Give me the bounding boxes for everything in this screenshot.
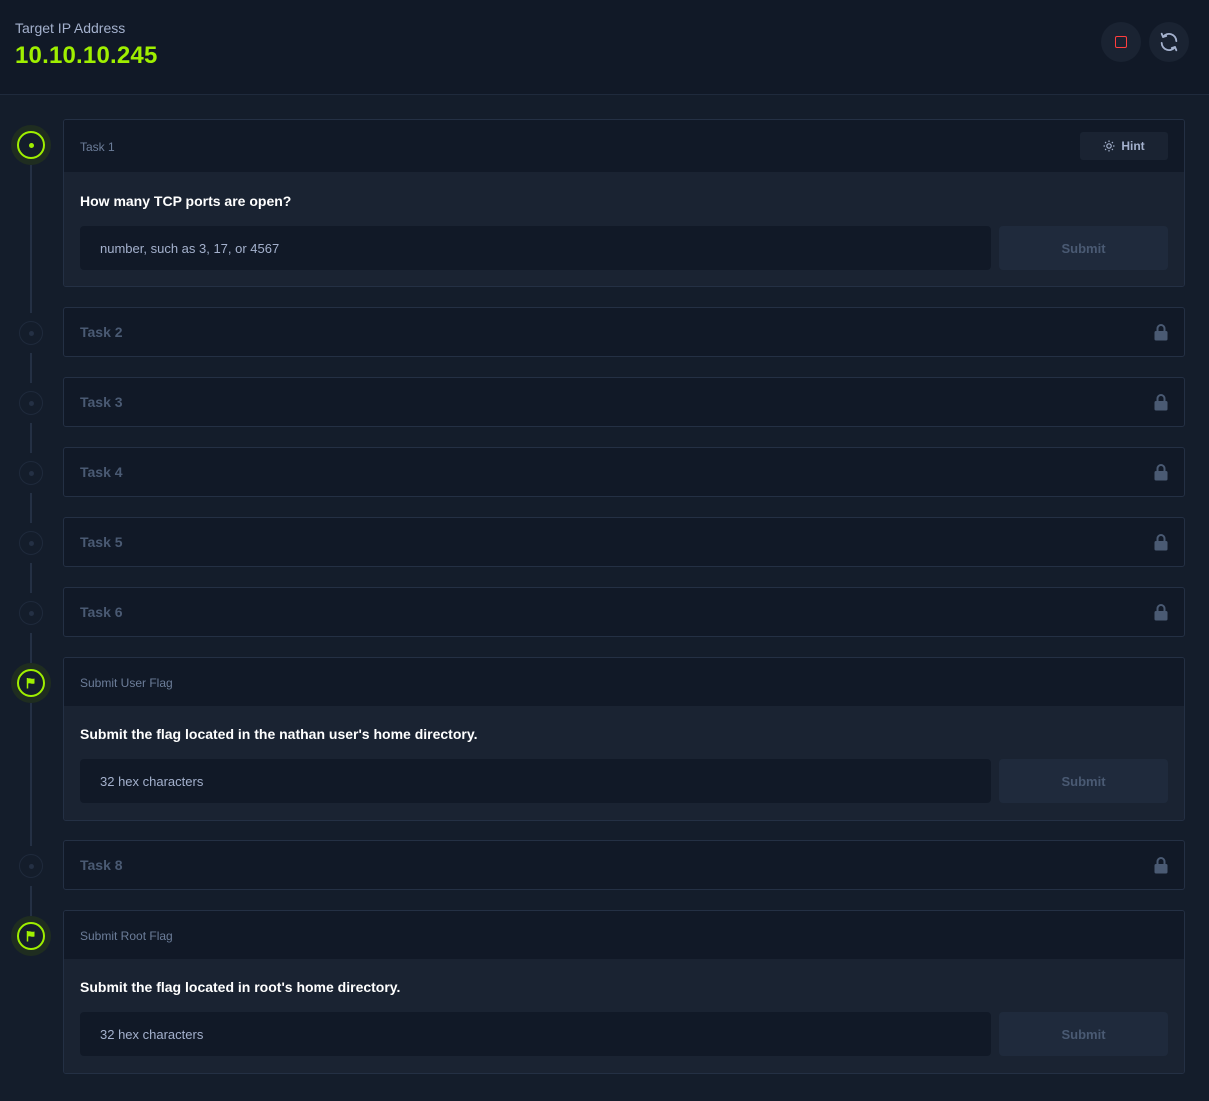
task-card-1: Task 1 Hint How many TCP ports are open?… [63,119,1185,287]
task-title: Task 3 [80,394,123,410]
timeline-node-locked [11,523,51,563]
timeline-connector [30,353,32,383]
task-title: Task 4 [80,464,123,480]
ip-label: Target IP Address [15,20,126,36]
timeline-connector [30,563,32,593]
submit-button[interactable]: Submit [999,759,1168,803]
task-card-8: Task 8 [63,840,1185,890]
submit-button[interactable]: Submit [999,1012,1168,1056]
timeline-connector [30,703,32,846]
task-title: Task 5 [80,534,123,550]
user-flag-input[interactable] [80,759,991,803]
lightbulb-icon [1103,140,1115,152]
submit-button[interactable]: Submit [999,226,1168,270]
stop-square-icon [1115,36,1127,48]
task-card-6: Task 6 [63,587,1185,637]
lock-icon [1154,464,1168,481]
target-ip-address: 10.10.10.245 [15,42,158,69]
reset-machine-button[interactable] [1149,22,1189,62]
timeline-connector [30,493,32,523]
timeline-node-locked [11,383,51,423]
root-flag-input[interactable] [80,1012,991,1056]
task-title: Task 6 [80,604,123,620]
task-question: How many TCP ports are open? [80,193,292,209]
timeline-connector [30,423,32,453]
flag-icon [26,678,35,689]
refresh-icon [1160,32,1178,52]
timeline-node-locked [11,313,51,353]
task-card-user-flag: Submit User Flag Submit the flag located… [63,657,1185,821]
hint-label: Hint [1121,139,1145,153]
task-question: Submit the flag located in the nathan us… [80,726,478,742]
task-title: Task 1 [80,140,115,154]
task-card-root-flag: Submit Root Flag Submit the flag located… [63,910,1185,1074]
target-header: Target IP Address 10.10.10.245 [0,0,1209,95]
lock-icon [1154,857,1168,874]
timeline-node-locked [11,846,51,886]
flag-icon [26,931,35,942]
lock-icon [1154,604,1168,621]
task-question: Submit the flag located in root's home d… [80,979,401,995]
task-title: Task 8 [80,857,123,873]
lock-icon [1154,324,1168,341]
timeline-connector [30,633,32,663]
task-card-4: Task 4 [63,447,1185,497]
timeline-connector [30,886,32,916]
stop-machine-button[interactable] [1101,22,1141,62]
task-title: Submit Root Flag [80,929,173,943]
timeline-node-locked [11,453,51,493]
timeline-node-locked [11,593,51,633]
task-card-2: Task 2 [63,307,1185,357]
task-title: Task 2 [80,324,123,340]
lock-icon [1154,534,1168,551]
task-card-3: Task 3 [63,377,1185,427]
task-card-5: Task 5 [63,517,1185,567]
answer-input[interactable] [80,226,991,270]
hint-button[interactable]: Hint [1080,132,1168,160]
timeline-node-flag [11,916,51,956]
timeline-node-active [11,125,51,165]
lock-icon [1154,394,1168,411]
timeline-node-flag [11,663,51,703]
task-title: Submit User Flag [80,676,173,690]
timeline-connector [30,165,32,313]
